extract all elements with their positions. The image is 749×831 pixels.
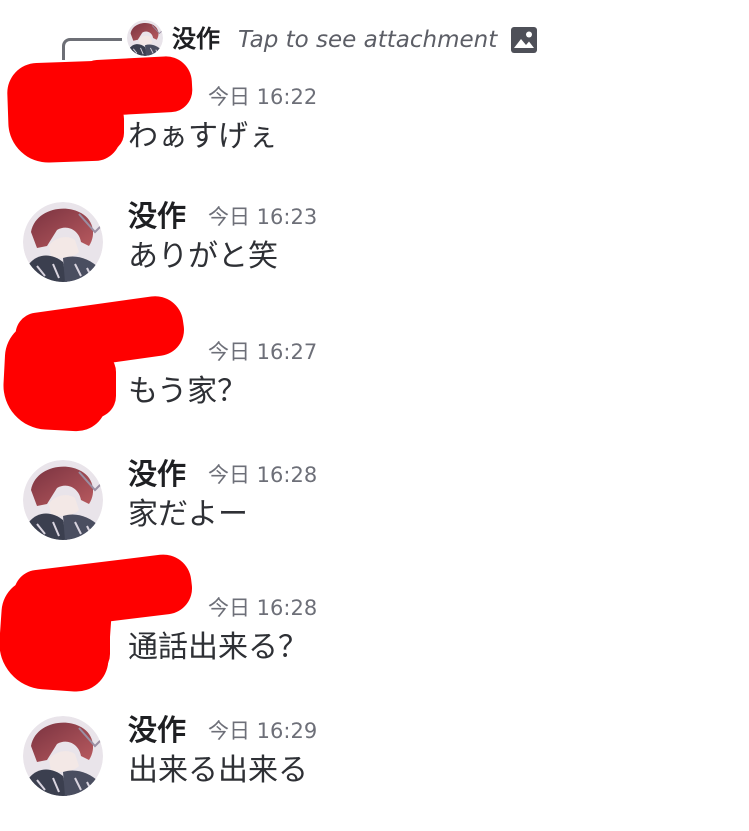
reply-author-name[interactable]: 没作 (172, 22, 220, 56)
message-text: ありがと笑 (128, 239, 278, 274)
avatar[interactable] (23, 202, 103, 282)
message-timestamp: 今日 16:27 (208, 340, 318, 364)
message-timestamp: 今日 16:28 (208, 596, 318, 620)
message-text: もう家？ (128, 374, 248, 409)
message-author-name[interactable]: 没作 (128, 196, 186, 236)
message-timestamp: 今日 16:22 (208, 85, 318, 109)
message-timestamp: 今日 16:28 (208, 463, 318, 487)
message-author-name[interactable]: 没作 (128, 454, 186, 494)
message-text: わぁすげぇ (128, 119, 278, 154)
message-text: 出来る出来る (128, 753, 308, 788)
image-icon (511, 27, 537, 53)
message-text: 通話出来る？ (128, 630, 308, 665)
avatar[interactable] (23, 460, 103, 540)
avatar[interactable] (23, 716, 103, 796)
message-author-name[interactable]: 没作 (128, 710, 186, 750)
message-item[interactable]: 没作 今日 16:29 出来る出来る (0, 713, 749, 816)
message-item[interactable]: 没作 今日 16:28 家だよー (0, 457, 749, 560)
message-timestamp: 今日 16:23 (208, 205, 318, 229)
reply-connector (62, 38, 122, 60)
reply-attachment-text[interactable]: Tap to see attachment (238, 24, 497, 56)
message-text: 家だよー (128, 497, 248, 532)
reply-avatar[interactable] (127, 20, 163, 56)
message-item[interactable]: 没作 今日 16:23 ありがと笑 (0, 199, 749, 302)
message-timestamp: 今日 16:29 (208, 719, 318, 743)
